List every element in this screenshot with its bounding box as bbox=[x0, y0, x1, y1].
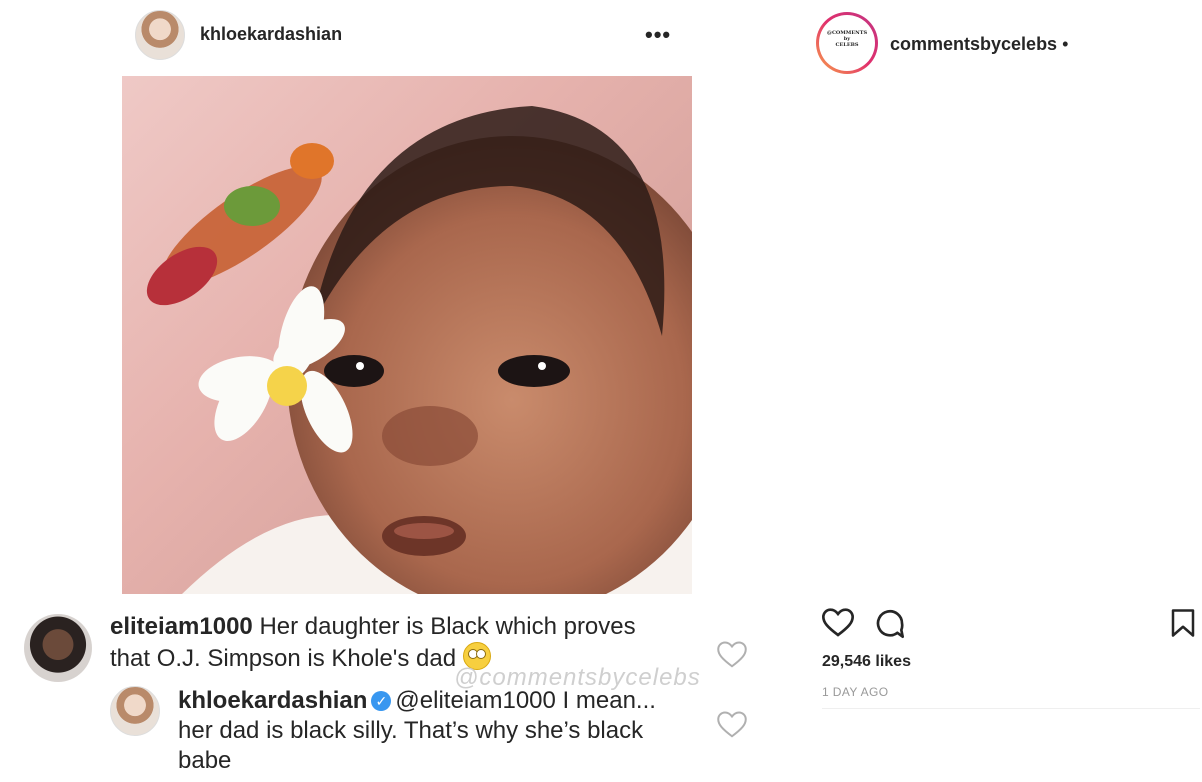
post-photo bbox=[122, 76, 692, 594]
likes-count[interactable]: 29,546 likes bbox=[822, 653, 911, 671]
reply-username[interactable]: khloekardashian bbox=[178, 687, 367, 714]
avatar-logo: @COMMENTS by CELEBS bbox=[820, 30, 874, 48]
logo-line-3: CELEBS bbox=[835, 42, 859, 48]
khloe-avatar[interactable] bbox=[135, 10, 185, 60]
comment-like-heart-icon[interactable] bbox=[717, 641, 747, 669]
commentsbycelebs-avatar[interactable]: @COMMENTS by CELEBS bbox=[816, 12, 878, 74]
eliteiam1000-avatar[interactable] bbox=[24, 614, 92, 682]
outer-post-header: commentsbycelebs • bbox=[890, 34, 1068, 55]
reply-body: khloekardashian ✓ @eliteiam1000 I mean... … bbox=[178, 686, 678, 776]
outer-post-username[interactable]: commentsbycelebs bbox=[890, 34, 1057, 54]
inner-post-header: khloekardashian ••• bbox=[135, 10, 695, 60]
bookmark-icon[interactable] bbox=[1170, 608, 1196, 643]
reply-like-heart-icon[interactable] bbox=[717, 711, 747, 739]
more-options-icon[interactable]: ••• bbox=[645, 22, 671, 48]
divider bbox=[822, 708, 1200, 709]
follow-separator: • bbox=[1062, 34, 1069, 54]
reply-mention[interactable]: @eliteiam1000 bbox=[395, 687, 555, 714]
comment-bubble-icon[interactable] bbox=[874, 608, 906, 645]
baby-photo bbox=[146, 106, 692, 594]
post-timestamp[interactable]: 1 DAY AGO bbox=[822, 685, 889, 699]
comment-username[interactable]: eliteiam1000 bbox=[110, 613, 253, 640]
khloe-reply-avatar[interactable] bbox=[110, 686, 160, 736]
inner-post-username[interactable]: khloekardashian bbox=[200, 24, 342, 45]
like-heart-icon[interactable] bbox=[821, 608, 855, 643]
verified-badge-icon: ✓ bbox=[371, 691, 392, 711]
